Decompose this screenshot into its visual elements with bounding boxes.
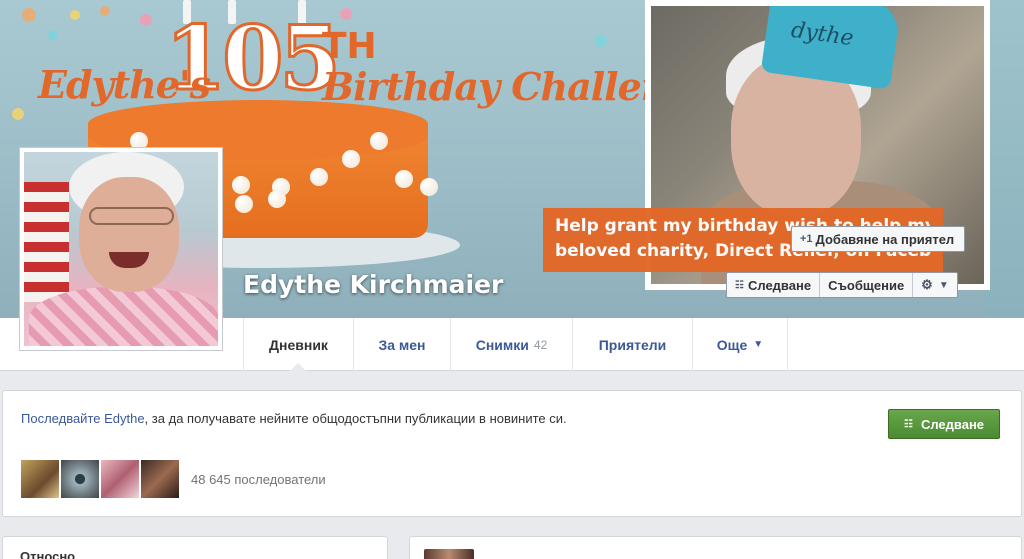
tab-photos[interactable]: Снимки 42 bbox=[450, 318, 572, 371]
follow-box: Последвайте Edythe, за да получавате ней… bbox=[2, 390, 1022, 517]
rss-icon: ☷ bbox=[735, 279, 744, 291]
tab-more[interactable]: Още ▼ bbox=[692, 318, 788, 371]
gear-icon: ⚙ bbox=[921, 277, 933, 292]
tab-about[interactable]: За мен bbox=[353, 318, 450, 371]
confetti-dot bbox=[100, 6, 110, 16]
chevron-down-icon: ▼ bbox=[938, 279, 949, 291]
about-card-title: Относно bbox=[20, 549, 76, 559]
confetti-dot bbox=[340, 8, 352, 20]
confetti-dot bbox=[140, 14, 152, 26]
profile-actions: ☷ Следване Съобщение ⚙ ▼ bbox=[726, 272, 958, 298]
active-tab-indicator bbox=[290, 363, 306, 371]
follower-thumbnails bbox=[21, 460, 179, 498]
follow-prompt-text: , за да получавате нейните общодостъпни … bbox=[144, 411, 567, 426]
follow-prompt: Последвайте Edythe, за да получавате ней… bbox=[21, 409, 661, 429]
follower-avatar[interactable] bbox=[101, 460, 139, 498]
follower-avatar[interactable] bbox=[21, 460, 59, 498]
follower-avatar[interactable] bbox=[61, 460, 99, 498]
cover-right-strip bbox=[985, 0, 1024, 318]
cover-title-name: Edythe's bbox=[38, 62, 211, 107]
flag-background bbox=[24, 182, 69, 302]
profile-page: 105 TH Edythe's Birthday Challenge dythe… bbox=[0, 0, 1024, 559]
cover-title-suffix: TH bbox=[322, 26, 377, 67]
confetti-dot bbox=[595, 35, 607, 47]
settings-dropdown[interactable]: ⚙ ▼ bbox=[913, 273, 957, 297]
add-friend-icon: +1 bbox=[800, 233, 813, 245]
add-friend-label: Добавяне на приятел bbox=[815, 231, 955, 247]
about-card: Относно bbox=[2, 536, 388, 559]
follower-avatar[interactable] bbox=[141, 460, 179, 498]
confetti-dot bbox=[22, 8, 36, 22]
post-card bbox=[409, 536, 1022, 559]
tab-friends[interactable]: Приятели bbox=[572, 318, 692, 371]
photos-count: 42 bbox=[533, 337, 548, 352]
rss-icon: ☷ bbox=[903, 418, 913, 430]
confetti-dot bbox=[12, 108, 24, 120]
followers-count[interactable]: 48 645 последователи bbox=[191, 472, 326, 487]
profile-name[interactable]: Edythe Kirchmaier bbox=[243, 270, 503, 299]
follow-link[interactable]: Последвайте Edythe bbox=[21, 411, 145, 426]
follow-button-cover[interactable]: ☷ Следване bbox=[727, 273, 821, 297]
add-friend-button[interactable]: +1 Добавяне на приятел bbox=[791, 226, 966, 252]
profile-tabs: Дневник За мен Снимки 42 Приятели Още ▼ bbox=[243, 318, 788, 371]
profile-picture[interactable] bbox=[19, 147, 223, 351]
message-button[interactable]: Съобщение bbox=[820, 273, 914, 297]
chevron-down-icon: ▼ bbox=[753, 339, 764, 350]
confetti-dot bbox=[70, 10, 80, 20]
confetti-dot bbox=[48, 30, 58, 40]
follow-button[interactable]: ☷ Следване bbox=[888, 409, 1000, 439]
post-thumbnail[interactable] bbox=[424, 549, 474, 559]
